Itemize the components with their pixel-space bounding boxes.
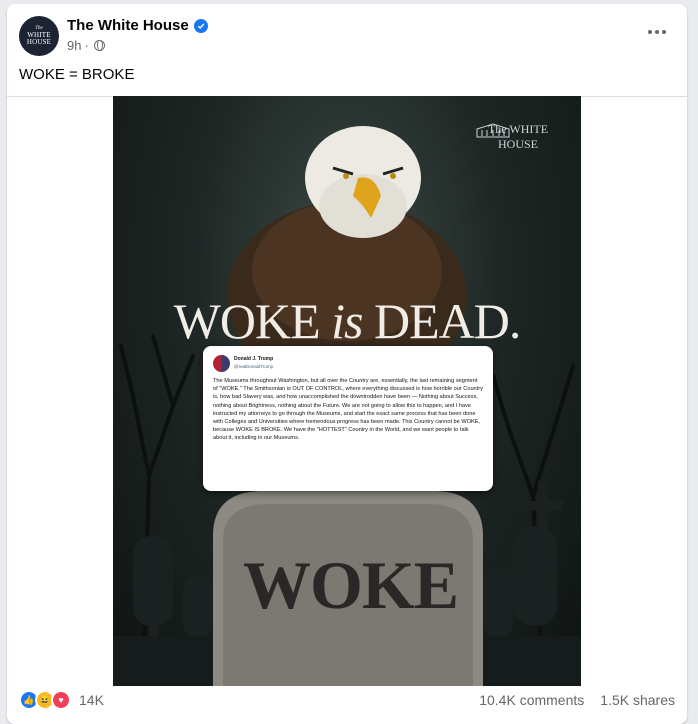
image-headline: WOKE is DEAD. — [113, 292, 581, 350]
post-card: The WHITE HOUSE The White House 9h · WOK… — [7, 4, 687, 724]
post-image[interactable]: The WHITE HOUSE WOKE is DEAD. Donald J. … — [113, 96, 581, 688]
more-dot-icon — [655, 30, 659, 34]
headline-part-2: DEAD. — [362, 293, 521, 349]
tweet-text: The Museums throughout Washington, but a… — [213, 378, 483, 442]
post-text: WOKE = BROKE — [19, 66, 135, 83]
headline-part-1: WOKE — [173, 293, 332, 349]
page-avatar[interactable]: The WHITE HOUSE — [19, 16, 59, 56]
more-options-button[interactable] — [643, 22, 671, 42]
tweet-author-name: Donald J. Trump — [234, 356, 274, 362]
shares-count-link[interactable]: 1.5K shares — [600, 692, 675, 708]
avatar-text-line3: HOUSE — [26, 38, 52, 46]
more-dot-icon — [648, 30, 652, 34]
post-meta: 9h · — [67, 38, 105, 53]
post-timestamp[interactable]: 9h — [67, 38, 81, 53]
headline-italic: is — [331, 293, 363, 349]
engagement-stats: 10.4K comments 1.5K shares — [479, 692, 675, 708]
reaction-count[interactable]: 14K — [79, 692, 104, 708]
globe-icon[interactable] — [93, 40, 105, 51]
white-house-logo-icon — [476, 123, 510, 138]
page-name-link[interactable]: The White House — [67, 17, 189, 34]
tweet-avatar — [213, 355, 230, 372]
reactions-summary[interactable]: 👍 😆 ♥ — [19, 690, 71, 710]
meta-separator: · — [84, 38, 89, 53]
love-reaction-icon: ♥ — [51, 690, 71, 710]
comments-count-link[interactable]: 10.4K comments — [479, 692, 584, 708]
tweet-author-handle: @realDonaldTrump — [234, 364, 274, 369]
embedded-tweet-card: Donald J. Trump @realDonaldTrump The Mus… — [203, 346, 493, 491]
page-name-row: The White House — [67, 17, 208, 34]
tombstone-engraving: WOKE — [243, 547, 459, 623]
more-dot-icon — [662, 30, 666, 34]
verified-badge-icon — [193, 18, 208, 33]
white-house-watermark: The WHITE HOUSE — [473, 122, 563, 152]
engagement-bar: 👍 😆 ♥ 14K 10.4K comments 1.5K shares — [7, 686, 687, 716]
